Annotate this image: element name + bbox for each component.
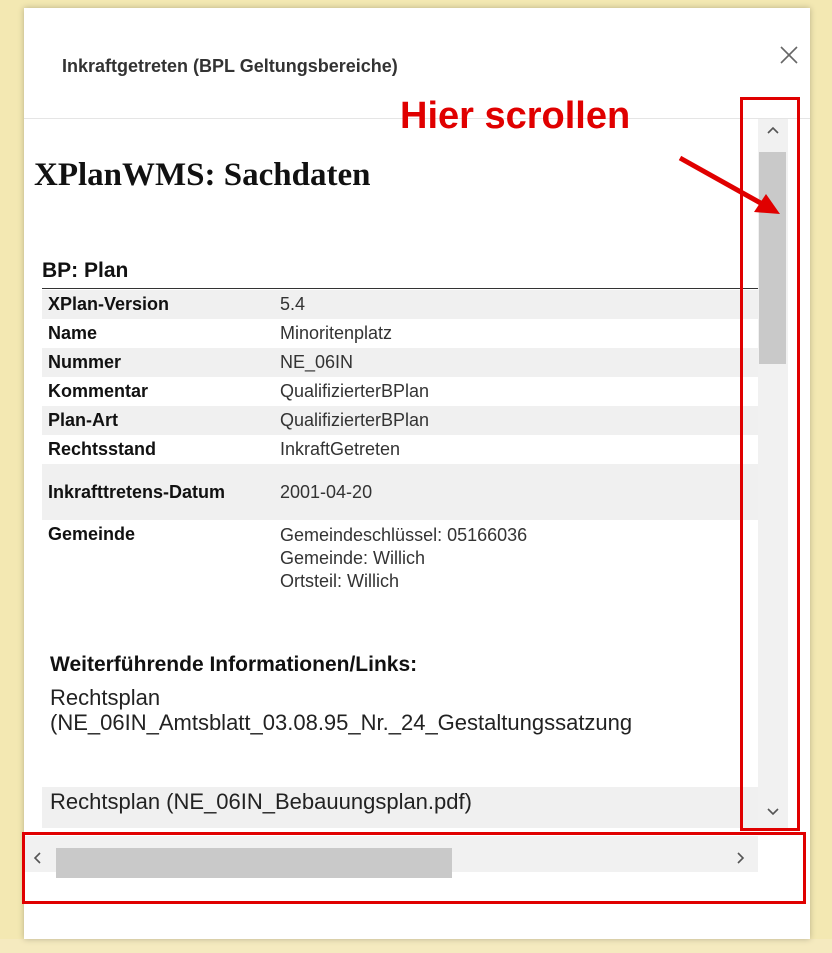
map-background	[0, 0, 832, 8]
link-label-line: Rechtsplan	[50, 685, 161, 710]
table-row: Rechtsstand InkraftGetreten	[42, 435, 758, 464]
attribute-label: Gemeinde	[48, 524, 136, 544]
map-background-right	[810, 0, 832, 953]
attribute-label: Name	[48, 323, 98, 343]
links-heading: Weiterführende Informationen/Links:	[50, 653, 418, 676]
attribute-value: InkraftGetreten	[280, 439, 401, 459]
section-divider	[42, 288, 758, 289]
attribute-value: Minoritenplatz	[280, 323, 393, 343]
link-label-line: (NE_06IN_Amtsblatt_03.08.95_Nr._24_Gesta…	[50, 710, 633, 735]
table-row: XPlan-Version 5.4	[42, 290, 758, 319]
dialog-title: Inkraftgetreten (BPL Geltungsbereiche)	[62, 56, 398, 76]
attribute-value: Gemeindeschlüssel: 05166036 Gemeinde: Wi…	[274, 520, 758, 600]
table-row: Plan-Art QualifizierterBPlan	[42, 406, 758, 435]
content-viewport[interactable]: XPlanWMS: Sachdaten BP: Plan XPlan-Versi…	[24, 119, 758, 828]
table-row: Nummer NE_06IN	[42, 348, 758, 377]
map-background-left	[0, 0, 24, 953]
map-background-bottom	[0, 939, 832, 953]
section-heading: BP: Plan	[42, 259, 129, 282]
attribute-value-line: Ortsteil: Willich	[280, 571, 400, 591]
feature-info-dialog: Inkraftgetreten (BPL Geltungsbereiche) X…	[24, 8, 810, 939]
attribute-label: Kommentar	[48, 381, 149, 401]
attribute-label: Rechtsstand	[48, 439, 157, 459]
attribute-label: XPlan-Version	[48, 294, 170, 314]
attribute-table: XPlan-Version 5.4 Name Minoritenplatz Nu…	[42, 290, 758, 600]
link-label: Rechtsplan (NE_06IN_Bebauungsplan.pdf)	[50, 789, 472, 814]
attribute-value: QualifizierterBPlan	[280, 381, 430, 401]
annotation-box-vertical-scrollbar	[740, 97, 800, 831]
attribute-value: 5.4	[280, 294, 306, 314]
attribute-value: 2001-04-20	[280, 481, 373, 502]
attribute-value: NE_06IN	[280, 352, 354, 372]
attribute-label: Inkrafttretens-Datum	[48, 481, 226, 502]
link-rechtsplan-bebauungsplan[interactable]: Rechtsplan (NE_06IN_Bebauungsplan.pdf)	[42, 787, 758, 828]
close-button[interactable]	[776, 42, 802, 68]
attribute-value-line: Gemeinde: Willich	[280, 548, 426, 568]
attribute-value: QualifizierterBPlan	[280, 410, 430, 430]
table-row: Kommentar QualifizierterBPlan	[42, 377, 758, 406]
link-rechtsplan-gestaltungssatzung[interactable]: Rechtsplan (NE_06IN_Amtsblatt_03.08.95_N…	[50, 685, 758, 781]
content-heading: XPlanWMS: Sachdaten	[34, 157, 371, 193]
annotation-box-horizontal-scrollbar	[22, 832, 806, 904]
attribute-value-line: Gemeindeschlüssel: 05166036	[280, 525, 528, 545]
table-row: Inkrafttretens-Datum 2001-04-20	[42, 464, 758, 520]
table-row: Name Minoritenplatz	[42, 319, 758, 348]
attribute-label: Nummer	[48, 352, 122, 372]
close-icon	[780, 46, 798, 64]
attribute-label: Plan-Art	[48, 410, 119, 430]
table-row: Gemeinde Gemeindeschlüssel: 05166036 Gem…	[42, 520, 758, 600]
annotation-label: Hier scrollen	[400, 95, 631, 137]
